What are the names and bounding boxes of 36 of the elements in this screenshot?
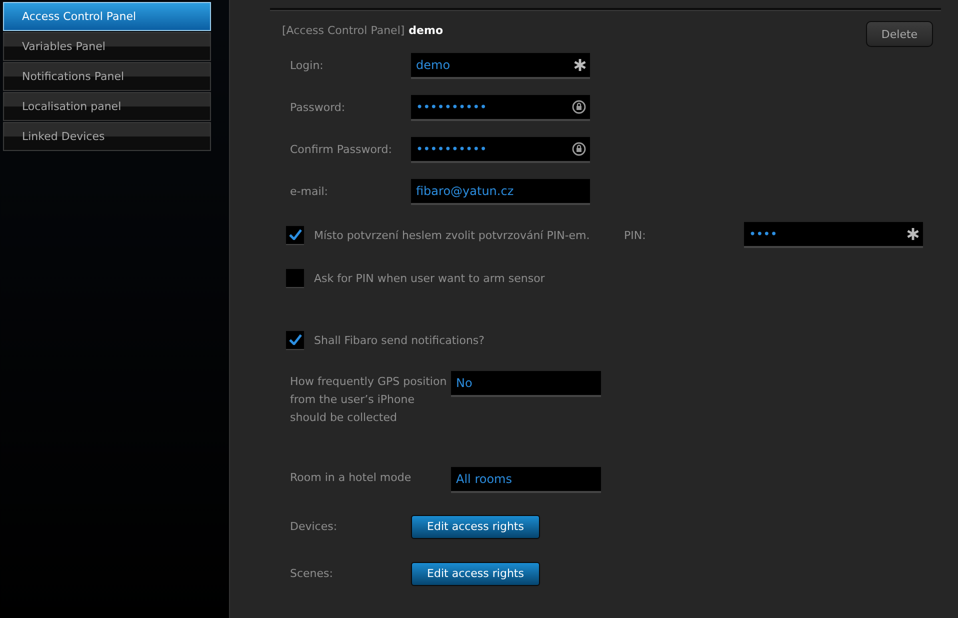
select-label: How frequently GPS position from the user’s iPhone should be collected (290, 374, 448, 426)
input-field[interactable]: demo (411, 53, 590, 79)
input-field[interactable]: fibaro@yatun.cz (411, 179, 590, 205)
checkbox-label: Místo potvrzení heslem zvolit potvrzování PIN-em. (314, 228, 591, 242)
checkbox[interactable] (286, 268, 304, 288)
input-field[interactable]: •••••••••• (411, 137, 590, 163)
delete-button[interactable]: Delete (866, 21, 933, 47)
checkbox[interactable] (286, 330, 304, 350)
checkbox-label: Shall Fibaro send notifications? (314, 334, 484, 346)
select-label: Room in a hotel mode (290, 470, 412, 486)
field-label: Login: (290, 58, 324, 74)
access-label: Devices: (290, 518, 338, 534)
select-field[interactable]: No (451, 371, 601, 397)
asterisk-icon (907, 228, 919, 240)
checkbox-label: Ask for PIN when user want to arm sensor (314, 272, 545, 284)
sidebar-item[interactable]: Localisation panel (3, 92, 211, 121)
pin-field[interactable]: •••• (744, 222, 923, 248)
pin-label: PIN: (624, 228, 647, 242)
sidebar-item[interactable]: Variables Panel (3, 32, 211, 61)
checkbox[interactable] (286, 226, 304, 244)
select-field[interactable]: All rooms (451, 467, 601, 493)
field-label: e-mail: (290, 184, 330, 200)
sidebar-item[interactable]: Linked Devices (3, 122, 211, 151)
field-label: Confirm Password: (290, 142, 393, 158)
sidebar-item[interactable]: Notifications Panel (3, 62, 211, 91)
section-label: [Access Control Panel] (282, 24, 405, 37)
sidebar-item[interactable]: Access Control Panel (3, 2, 211, 31)
edit-rights-button[interactable]: Edit access rights (411, 562, 540, 586)
lock-icon (572, 100, 586, 114)
user-name: demo (408, 24, 444, 37)
lock-icon (572, 142, 586, 156)
field-label: Password: (290, 100, 346, 116)
input-field[interactable]: •••••••••• (411, 95, 590, 121)
edit-rights-button[interactable]: Edit access rights (411, 514, 540, 538)
access-label: Scenes: (290, 566, 334, 582)
asterisk-icon (574, 59, 586, 71)
